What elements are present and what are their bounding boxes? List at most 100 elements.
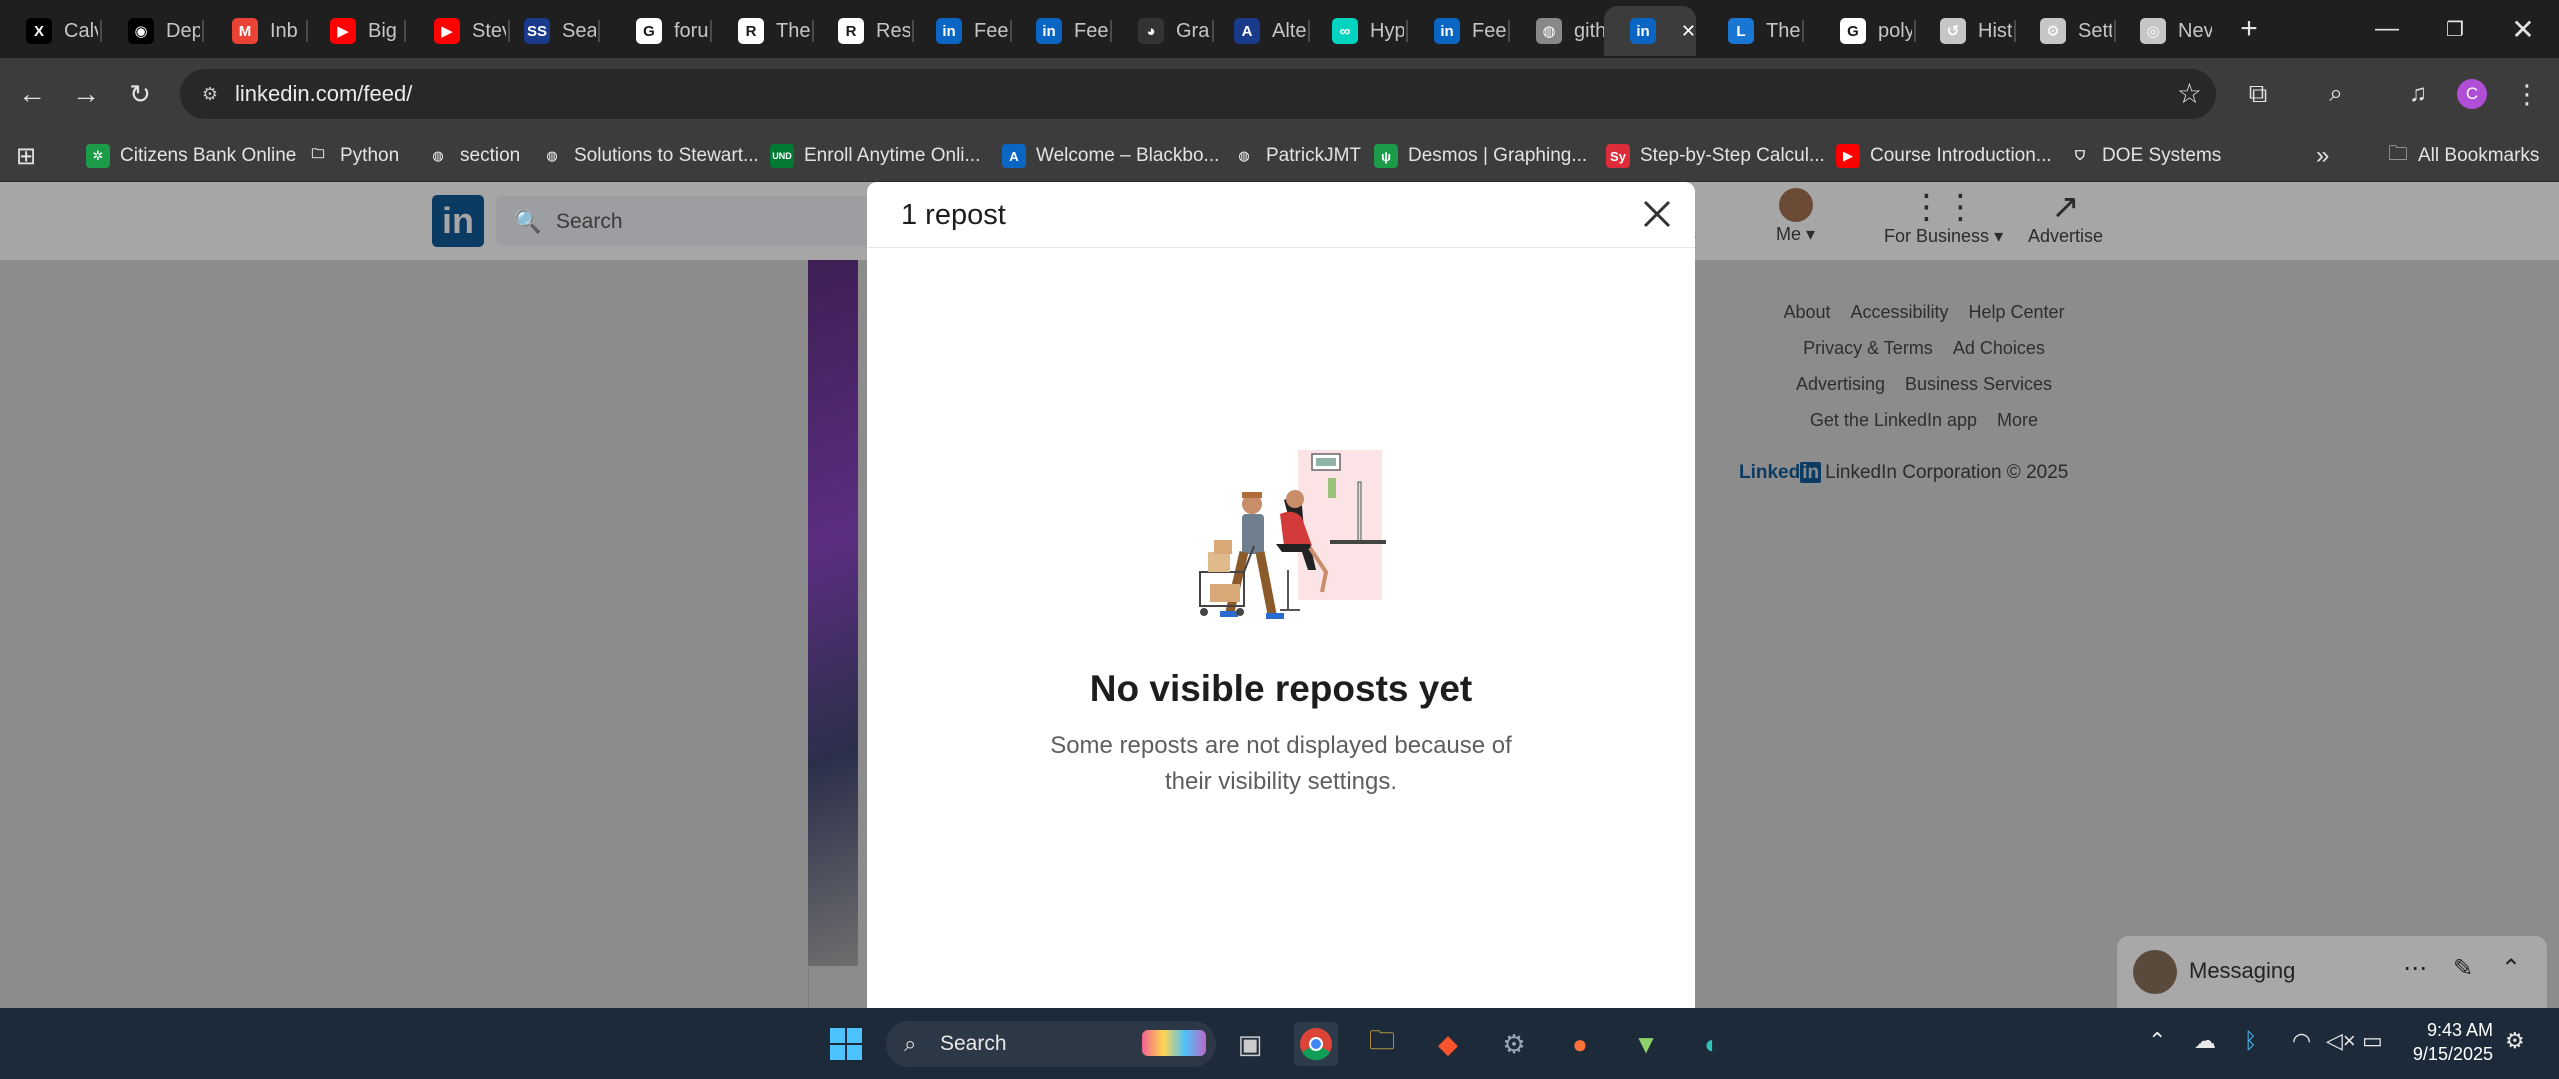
all-bookmarks[interactable]: 🗀 All Bookmarks [2388, 140, 2539, 172]
tab[interactable]: ∞ Hyp [1306, 6, 1406, 56]
tab[interactable]: ▶ Big [304, 6, 404, 56]
vpn-icon[interactable]: ▼ [1624, 1022, 1668, 1066]
search-icon: 🔍 [514, 209, 542, 234]
bookmark-item[interactable]: ▶ Course Introduction... [1836, 140, 2052, 172]
restore-button[interactable]: ❐ [2419, 0, 2491, 58]
tab[interactable]: ↺ Hist [1914, 6, 2014, 56]
ssrn-icon: SS [524, 18, 550, 44]
bookmark-star-icon[interactable]: ☆ [2177, 77, 2202, 110]
file-explorer-icon[interactable]: 🗀 [1360, 1022, 1404, 1066]
footer-get-app[interactable]: Get the LinkedIn app [1810, 410, 1977, 430]
tab[interactable]: in ✕ [1604, 6, 1696, 56]
bookmark-item[interactable]: A Welcome – Blackbo... [1002, 140, 1219, 172]
more-options-icon[interactable]: ⋯ [2403, 954, 2427, 983]
tab[interactable]: in Fee [1010, 6, 1110, 56]
notifications-icon[interactable]: ⚙ [2505, 1028, 2525, 1054]
new-tab-button[interactable]: + [2213, 0, 2285, 58]
footer-ad-choices[interactable]: Ad Choices [1953, 338, 2045, 358]
linkedin-logo[interactable]: in [432, 195, 484, 247]
bookmark-item[interactable]: ◍ PatrickJMT [1232, 140, 1361, 172]
back-icon[interactable]: ← [10, 72, 54, 116]
tab[interactable]: X Calv [0, 6, 100, 56]
footer-business-services[interactable]: Business Services [1905, 374, 2052, 394]
minimize-button[interactable]: — [2351, 0, 2423, 58]
compose-icon[interactable]: ✎ [2453, 954, 2473, 983]
bookmark-item[interactable]: 🗀 Python [306, 140, 399, 172]
footer-more[interactable]: More [1997, 410, 2038, 430]
tab[interactable]: Gpoly [1814, 6, 1914, 56]
bookmark-item[interactable]: ⛉ DOE Systems [2068, 140, 2221, 172]
tab[interactable]: in Fee [1408, 6, 1508, 56]
footer-about[interactable]: About [1783, 302, 1830, 322]
task-view-icon[interactable]: ▣ [1228, 1022, 1272, 1066]
close-tab-icon[interactable]: ✕ [1681, 21, 1696, 42]
battery-icon[interactable]: ▭ [2362, 1028, 2383, 1054]
bookmark-item[interactable]: ◍ section [426, 140, 520, 172]
tab[interactable]: R Res [812, 6, 912, 56]
tab[interactable]: R The [712, 6, 812, 56]
wifi-icon[interactable]: ◠ [2292, 1028, 2311, 1054]
volume-muted-icon[interactable]: ◁× [2326, 1028, 2356, 1054]
brave-icon[interactable]: ◆ [1426, 1022, 1470, 1066]
site-info-icon[interactable]: ⚙ [196, 80, 224, 108]
linkedin-wordmark-in: in [1800, 462, 1822, 483]
footer-help[interactable]: Help Center [1969, 302, 2065, 322]
tab[interactable]: Gforu [610, 6, 710, 56]
messaging-bar[interactable]: Messaging ⋯ ✎ ⌃ [2117, 936, 2547, 1008]
tab-title: Sea [562, 19, 596, 42]
tab[interactable]: ◉ Dep [102, 6, 202, 56]
reload-icon[interactable]: ↻ [118, 72, 162, 116]
close-icon[interactable] [1637, 194, 1677, 234]
media-icon[interactable]: ♫ [2396, 72, 2440, 116]
tab[interactable]: SS Sea [498, 6, 598, 56]
clock[interactable]: 9:43 AM 9/15/2025 [2383, 1018, 2493, 1066]
tab-title: Nev [2178, 19, 2212, 42]
chrome-taskbar-icon[interactable] [1294, 1022, 1338, 1066]
tab[interactable]: ▶Stev [408, 6, 508, 56]
apps-icon[interactable]: ⊞ [16, 140, 36, 172]
settings-icon[interactable]: ⚙ [1492, 1022, 1536, 1066]
onedrive-icon[interactable]: ☁ [2194, 1028, 2216, 1054]
tab[interactable]: ◕ Gra [1112, 6, 1212, 56]
more-bookmarks-icon[interactable]: » [2316, 140, 2329, 172]
bookmark-item[interactable]: ψ Desmos | Graphing... [1374, 140, 1587, 172]
chevron-up-icon[interactable]: ⌃ [2501, 954, 2521, 983]
windows-start-icon[interactable] [824, 1022, 868, 1066]
chrome-icon: ◎ [2140, 18, 2166, 44]
close-window-button[interactable]: ✕ [2487, 0, 2559, 58]
taskbar-search[interactable]: ⌕ Search [886, 1021, 1216, 1067]
extensions-icon[interactable]: ⧉ [2236, 72, 2280, 116]
tab[interactable]: in Fee [910, 6, 1010, 56]
bookmark-item[interactable]: UND Enroll Anytime Onli... [770, 140, 980, 172]
profile-avatar[interactable]: C [2450, 72, 2494, 116]
edge-icon[interactable]: ◐ [1690, 1022, 1734, 1066]
nav-for-business[interactable]: ⋮⋮ For Business ▾ [1884, 188, 2003, 247]
tab[interactable]: M Inb [206, 6, 306, 56]
tab-title: foru [674, 19, 708, 42]
nav-me[interactable]: Me ▾ [1776, 188, 1815, 245]
nav-advertise[interactable]: ↗ Advertise [2028, 188, 2103, 247]
tab[interactable]: ◍ gith [1510, 6, 1610, 56]
youtube-icon: ▶ [434, 18, 460, 44]
tab[interactable]: L The [1702, 6, 1802, 56]
footer-advertising[interactable]: Advertising [1796, 374, 1885, 394]
menu-icon[interactable]: ⋮ [2505, 72, 2549, 116]
bookmark-item[interactable]: Sy Step-by-Step Calcul... [1606, 140, 1825, 172]
tab[interactable]: ◎ Nev [2114, 6, 2214, 56]
firefox-icon[interactable]: ● [1558, 1022, 1602, 1066]
forward-icon[interactable]: → [64, 72, 108, 116]
tab[interactable]: A Alte [1208, 6, 1308, 56]
url-text[interactable]: linkedin.com/feed/ [235, 81, 412, 107]
footer-accessibility[interactable]: Accessibility [1850, 302, 1948, 322]
grid-icon: ⋮⋮ [1909, 188, 1978, 226]
chevron-up-icon[interactable]: ⌃ [2148, 1028, 2166, 1054]
tab[interactable]: ⚙ Sett [2014, 6, 2114, 56]
tab-search-icon[interactable]: ⌕ [2314, 72, 2358, 116]
bluetooth-icon[interactable]: ᛒ [2244, 1028, 2257, 1054]
bookmark-item[interactable]: ◍ Solutions to Stewart... [540, 140, 759, 172]
bookmark-item[interactable]: ✲ Citizens Bank Online [86, 140, 296, 172]
folder-icon: 🗀 [306, 144, 330, 168]
address-bar[interactable]: ⚙ linkedin.com/feed/ ☆ [180, 69, 2216, 119]
linkedin-search[interactable]: 🔍 Search [496, 196, 916, 246]
footer-privacy[interactable]: Privacy & Terms [1803, 338, 1933, 358]
